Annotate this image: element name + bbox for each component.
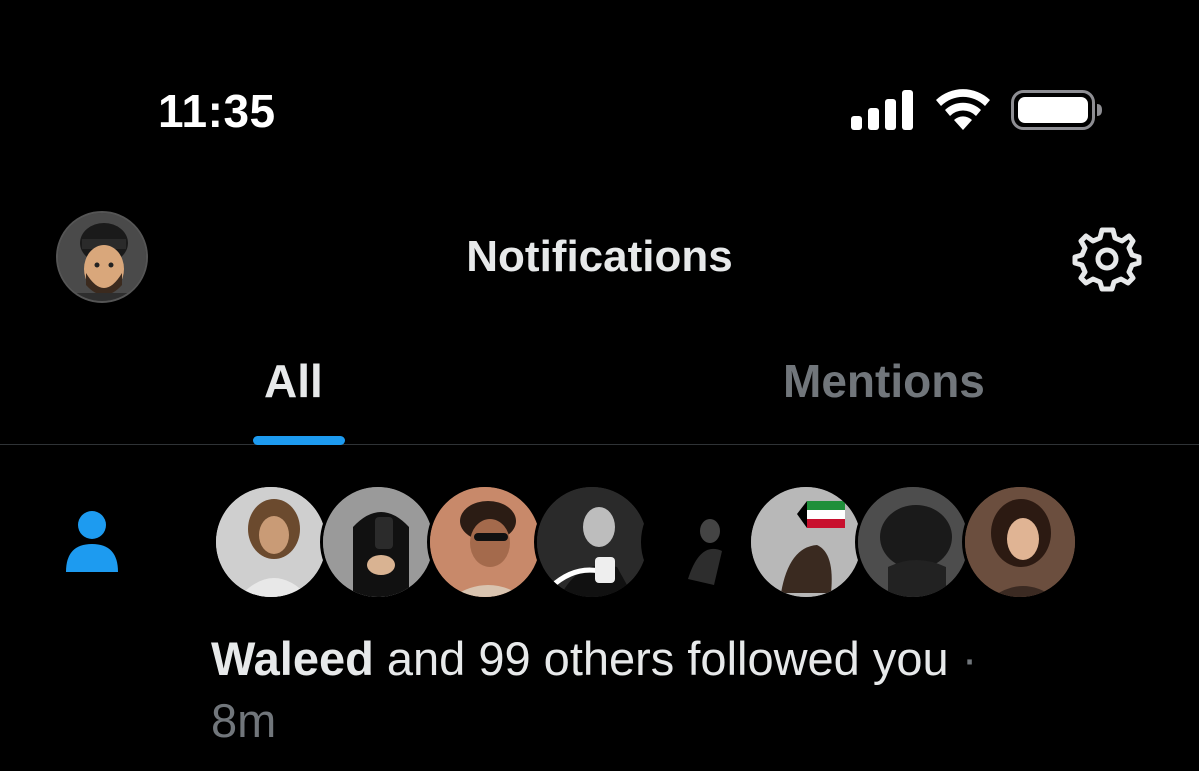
notification-separator: · [948,632,978,685]
person-icon [66,511,118,572]
follower-avatar[interactable] [534,484,650,600]
battery-icon [1011,90,1102,130]
status-bar: 11:35 [0,0,1199,200]
follower-avatar[interactable] [641,484,757,600]
follower-avatar[interactable] [320,484,436,600]
follower-avatar[interactable] [855,484,971,600]
tab-mentions[interactable]: Mentions [783,354,985,408]
follower-avatar[interactable] [427,484,543,600]
tab-all[interactable]: All [264,354,323,408]
follower-avatar[interactable] [962,484,1078,600]
follower-avatar[interactable] [213,484,329,600]
cellular-signal-icon [851,90,913,130]
status-time: 11:35 [158,85,276,137]
notification-time: 8m [211,694,277,747]
follower-avatar[interactable] [748,484,864,600]
notification-message: and 99 others followed you [373,632,949,685]
gear-icon[interactable] [1072,226,1142,292]
notification-text[interactable]: Waleed and 99 others followed you · 8m [211,628,1111,752]
notification-user-name[interactable]: Waleed [211,632,374,685]
page-title: Notifications [466,232,733,281]
active-tab-indicator [253,436,345,445]
wifi-icon [936,89,990,130]
follower-avatars[interactable] [213,484,1093,600]
tab-bar: All Mentions [0,340,1199,445]
